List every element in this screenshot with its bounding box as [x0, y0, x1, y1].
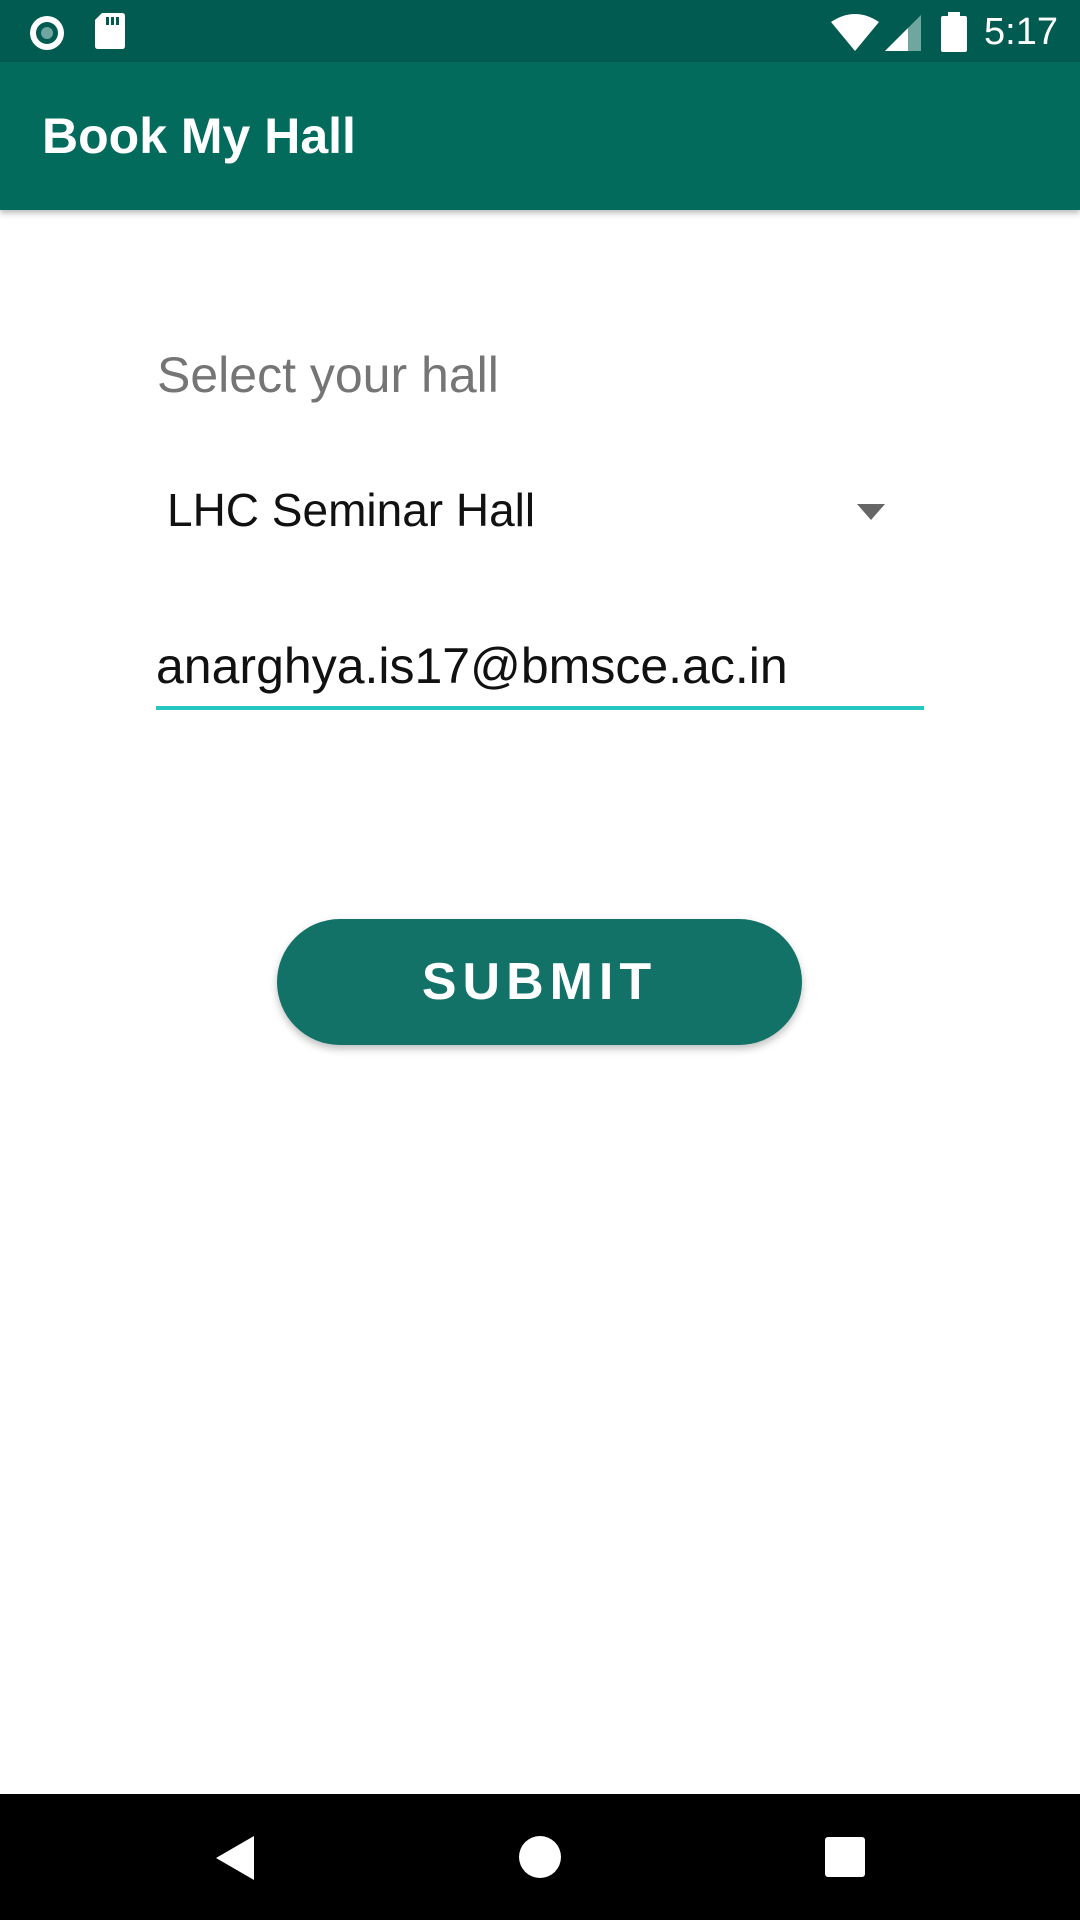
navigation-bar [0, 1794, 1080, 1920]
hall-dropdown[interactable]: LHC Seminar Hall [157, 470, 897, 550]
wifi-icon [831, 14, 879, 51]
back-icon[interactable] [214, 1834, 258, 1882]
dropdown-arrow-icon [857, 504, 885, 520]
app-title: Book My Hall [42, 108, 356, 164]
app-toolbar: Book My Hall [0, 62, 1080, 210]
battery-icon [941, 12, 967, 52]
home-icon[interactable] [518, 1835, 562, 1879]
status-bar: 5:17 [0, 0, 1080, 62]
recents-icon[interactable] [824, 1836, 866, 1878]
status-time: 5:17 [984, 11, 1058, 53]
screen: 5:17 Book My Hall Select your hall LHC S… [0, 0, 1080, 1920]
sd-card-icon [95, 13, 125, 49]
record-icon [30, 16, 64, 50]
email-field[interactable] [156, 630, 924, 710]
submit-button[interactable]: SUBMIT [277, 919, 802, 1045]
hall-dropdown-value: LHC Seminar Hall [167, 484, 536, 536]
hall-select-label: Select your hall [157, 347, 499, 403]
signal-icon [885, 15, 921, 51]
